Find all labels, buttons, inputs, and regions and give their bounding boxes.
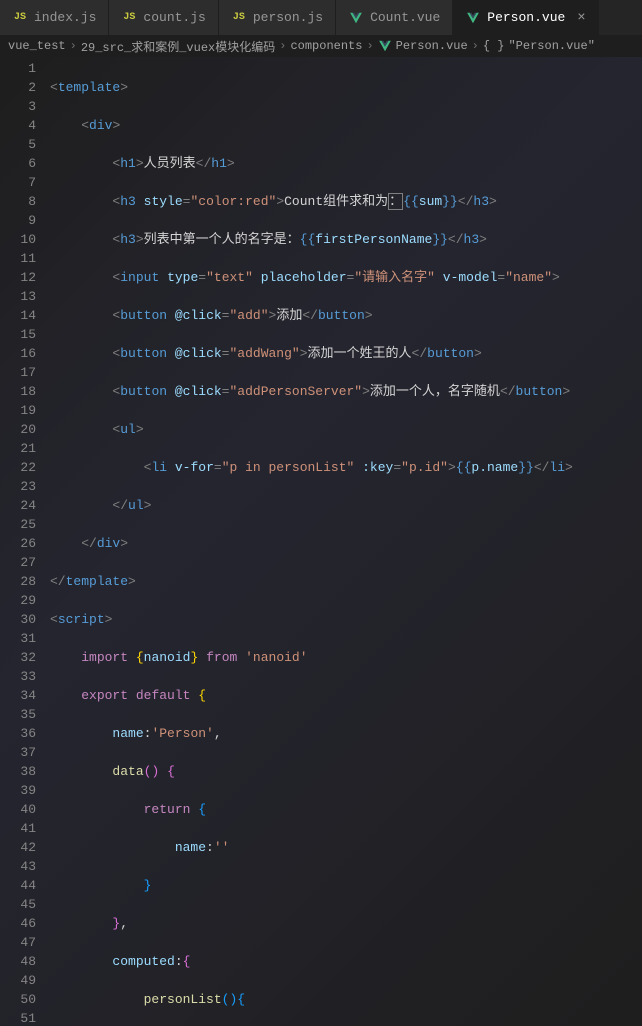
tab-label: count.js (143, 10, 205, 25)
code-editor[interactable]: 1234567891011121314151617181920212223242… (0, 57, 642, 1026)
chevron-right-icon: › (366, 39, 373, 53)
breadcrumb-part[interactable]: vue_test (8, 39, 66, 53)
tab-person-vue[interactable]: Person.vue × (453, 0, 598, 35)
chevron-right-icon: › (279, 39, 286, 53)
tab-person-js[interactable]: JS person.js (219, 0, 336, 35)
line-gutter: 1234567891011121314151617181920212223242… (0, 57, 50, 1026)
tab-label: index.js (34, 10, 96, 25)
braces-icon: { } (483, 39, 505, 53)
tab-label: person.js (253, 10, 323, 25)
breadcrumb-part[interactable]: 29_src_求和案例_vuex模块化编码 (81, 38, 275, 55)
chevron-right-icon: › (472, 39, 479, 53)
breadcrumb-file[interactable]: Person.vue (396, 39, 468, 53)
vue-icon (378, 39, 392, 53)
tab-count-vue[interactable]: Count.vue (336, 0, 453, 35)
vue-icon (348, 10, 364, 26)
breadcrumb-symbol[interactable]: "Person.vue" (508, 39, 594, 53)
js-icon: JS (231, 10, 247, 26)
breadcrumb-part[interactable]: components (290, 39, 362, 53)
js-icon: JS (121, 10, 137, 26)
js-icon: JS (12, 10, 28, 26)
breadcrumb: vue_test › 29_src_求和案例_vuex模块化编码 › compo… (0, 35, 642, 57)
tab-count-js[interactable]: JS count.js (109, 0, 218, 35)
close-icon[interactable]: × (577, 10, 585, 26)
tab-label: Count.vue (370, 10, 440, 25)
code-content[interactable]: <template> <div> <h1>人员列表</h1> <h3 style… (50, 57, 642, 1026)
tab-index-js[interactable]: JS index.js (0, 0, 109, 35)
tab-label: Person.vue (487, 10, 565, 25)
chevron-right-icon: › (70, 39, 77, 53)
tab-bar: JS index.js JS count.js JS person.js Cou… (0, 0, 642, 35)
vue-icon (465, 10, 481, 26)
